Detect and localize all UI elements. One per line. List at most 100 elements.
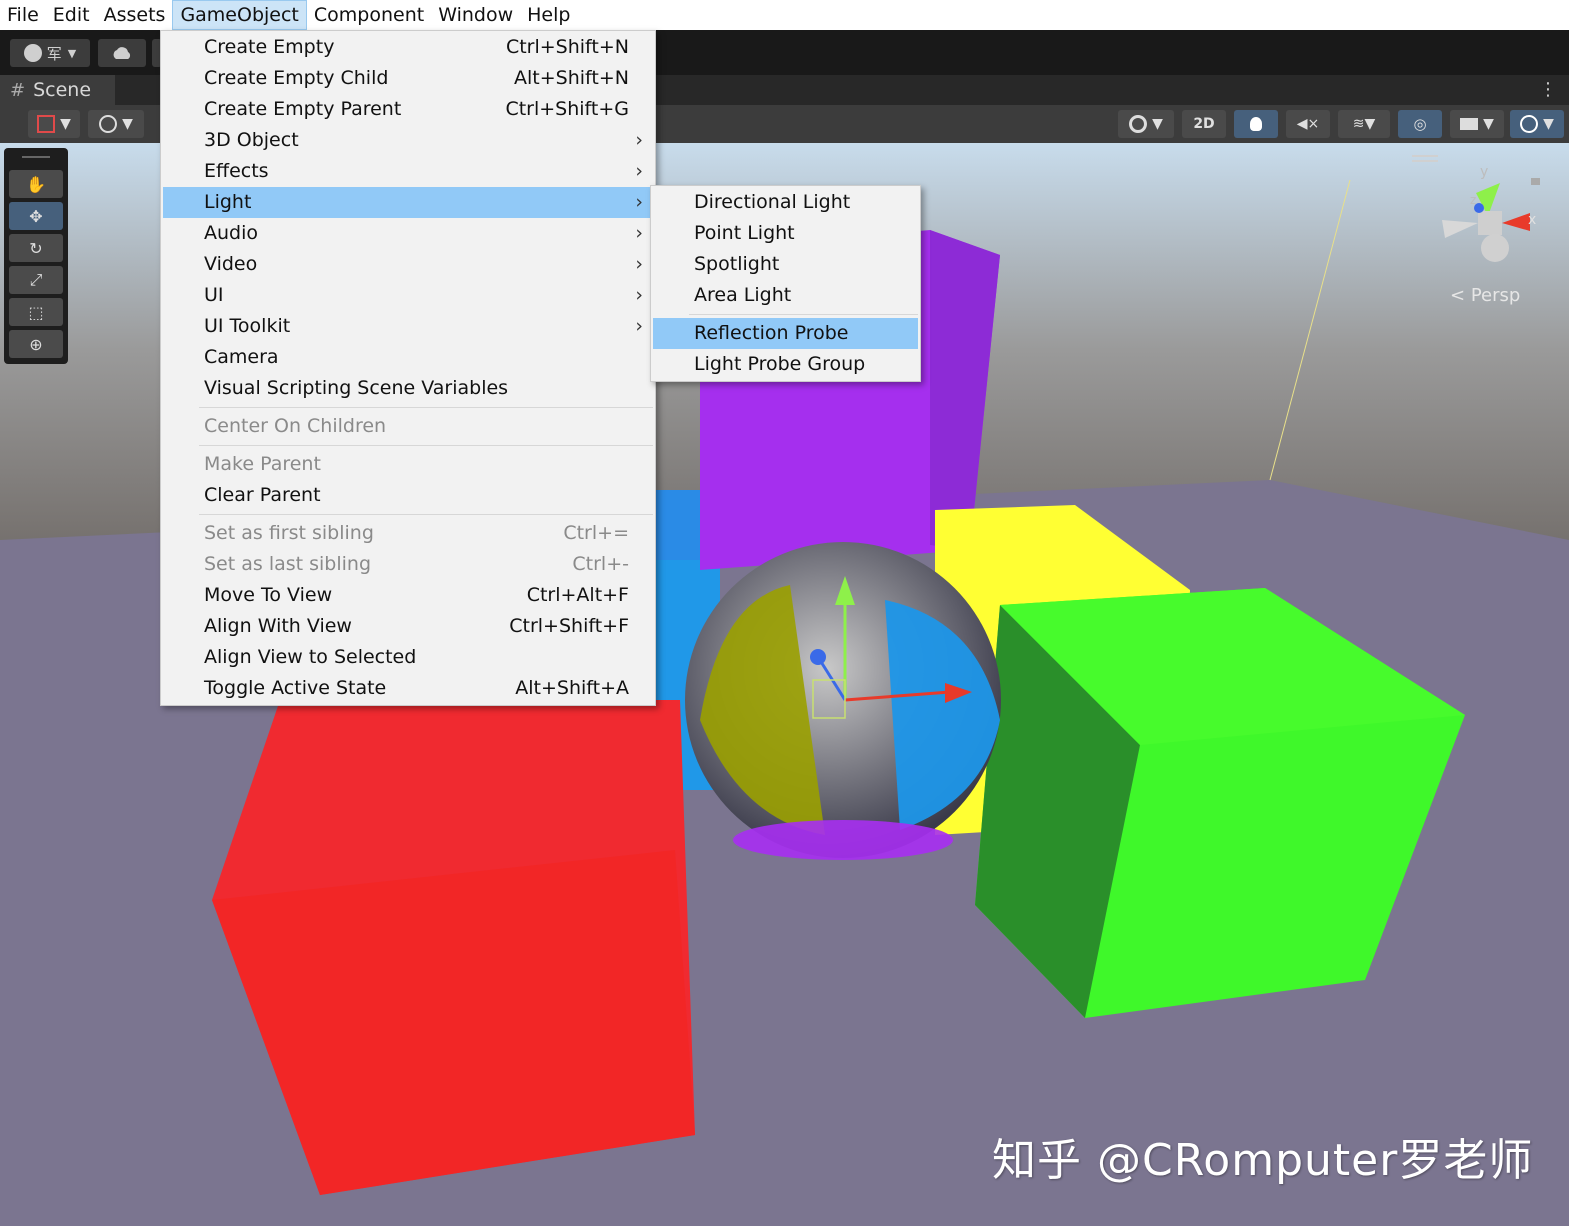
shading-icon bbox=[37, 115, 56, 133]
scale-icon: ⤢ bbox=[29, 270, 43, 289]
menu-edit[interactable]: Edit bbox=[46, 0, 97, 30]
menu-item-set-as-last-sibling: Set as last sibling Ctrl+- bbox=[163, 549, 653, 580]
account-icon bbox=[23, 44, 42, 62]
menu-file[interactable]: File bbox=[0, 0, 46, 30]
menu-item-video[interactable]: Video › bbox=[163, 249, 653, 280]
global-local-dropdown[interactable]: ▼ bbox=[88, 110, 144, 138]
submenu-item-label: Point Light bbox=[694, 222, 795, 244]
submenu-item-spotlight[interactable]: Spotlight bbox=[653, 249, 918, 280]
menu-item-label: Center On Children bbox=[204, 415, 387, 437]
hash-icon: # bbox=[10, 79, 26, 101]
menu-item-align-view-to-selected[interactable]: Align View to Selected bbox=[163, 642, 653, 673]
hand-tool-button[interactable]: ✋ bbox=[9, 170, 63, 198]
transform-tool-button[interactable]: ⊕ bbox=[9, 330, 63, 358]
menu-item-shortcut: Alt+Shift+A bbox=[515, 677, 629, 699]
move-tool-button[interactable]: ✥ bbox=[9, 202, 63, 230]
shading-mode-dropdown[interactable]: ▼ bbox=[1118, 110, 1174, 138]
menu-item-label: Set as first sibling bbox=[204, 522, 374, 544]
audio-toggle[interactable]: ◀× bbox=[1286, 110, 1330, 138]
menu-item-label: 3D Object bbox=[204, 129, 299, 151]
menu-item-audio[interactable]: Audio › bbox=[163, 218, 653, 249]
menu-assets[interactable]: Assets bbox=[97, 0, 173, 30]
submenu-item-label: Area Light bbox=[694, 284, 792, 306]
menu-item-label: Effects bbox=[204, 160, 269, 182]
scene-visibility-toggle[interactable]: ◎ bbox=[1398, 110, 1442, 138]
menu-window[interactable]: Window bbox=[431, 0, 520, 30]
menu-item-label: Toggle Active State bbox=[204, 677, 387, 699]
more-options-icon[interactable]: ⋮ bbox=[1539, 79, 1557, 100]
toggle-2d-button[interactable]: 2D bbox=[1182, 110, 1226, 138]
palette-grip[interactable] bbox=[22, 156, 50, 158]
chevron-right-icon: › bbox=[635, 160, 643, 182]
account-dropdown[interactable]: 军 ▼ bbox=[10, 39, 90, 67]
menu-component[interactable]: Component bbox=[307, 0, 431, 30]
gizmo-axis-z: z bbox=[1470, 193, 1476, 207]
menu-item-label: Align With View bbox=[204, 615, 352, 637]
menu-separator bbox=[689, 314, 918, 315]
lightbulb-icon bbox=[1250, 117, 1262, 131]
menu-item-label: Create Empty Child bbox=[204, 67, 389, 89]
menu-item-label: UI Toolkit bbox=[204, 315, 291, 337]
menu-item-toggle-active-state[interactable]: Toggle Active State Alt+Shift+A bbox=[163, 673, 653, 704]
draw-mode-dropdown[interactable]: ▼ bbox=[28, 110, 80, 138]
account-label: 军 bbox=[46, 44, 62, 63]
chevron-right-icon: › bbox=[635, 284, 643, 306]
submenu-item-reflection-probe[interactable]: Reflection Probe bbox=[653, 318, 918, 349]
menu-item-create-empty-parent[interactable]: Create Empty Parent Ctrl+Shift+G bbox=[163, 94, 653, 125]
menu-item-align-with-view[interactable]: Align With View Ctrl+Shift+F bbox=[163, 611, 653, 642]
submenu-item-label: Spotlight bbox=[694, 253, 780, 275]
scale-tool-button[interactable]: ⤢ bbox=[9, 266, 63, 294]
effects-dropdown[interactable]: ≋ ▼ bbox=[1338, 110, 1390, 138]
menu-help[interactable]: Help bbox=[520, 0, 577, 30]
menu-item-light[interactable]: Light › bbox=[163, 187, 653, 218]
menu-item-shortcut: Ctrl+Alt+F bbox=[526, 584, 629, 606]
menu-item-ui-toolkit[interactable]: UI Toolkit › bbox=[163, 311, 653, 342]
persp-label[interactable]: < Persp bbox=[1450, 285, 1520, 306]
menu-item-3d-object[interactable]: 3D Object › bbox=[163, 125, 653, 156]
menu-item-label: Create Empty Parent bbox=[204, 98, 402, 120]
cloud-button[interactable] bbox=[98, 39, 146, 67]
orientation-gizmo[interactable]: y x z bbox=[1400, 148, 1560, 278]
menu-item-ui[interactable]: UI › bbox=[163, 280, 653, 311]
chevron-left-icon: < bbox=[1450, 285, 1466, 306]
menu-item-label: Align View to Selected bbox=[204, 646, 417, 668]
watermark: 知乎 @CRomputer罗老师 bbox=[992, 1135, 1534, 1186]
menu-item-visual-scripting-scene-variables[interactable]: Visual Scripting Scene Variables bbox=[163, 373, 653, 404]
rotate-icon: ↻ bbox=[29, 238, 43, 258]
lock-icon bbox=[1531, 178, 1540, 185]
chevron-right-icon: › bbox=[635, 129, 643, 151]
camera-dropdown[interactable]: ▼ bbox=[1450, 110, 1504, 138]
rotate-tool-button[interactable]: ↻ bbox=[9, 234, 63, 262]
menu-item-shortcut: Ctrl+= bbox=[563, 522, 629, 544]
camera-icon bbox=[1460, 118, 1479, 130]
menu-item-create-empty[interactable]: Create Empty Ctrl+Shift+N bbox=[163, 32, 653, 63]
gizmo-axis-y: y bbox=[1480, 164, 1488, 180]
menu-item-effects[interactable]: Effects › bbox=[163, 156, 653, 187]
light-submenu: Directional Light Point Light Spotlight … bbox=[650, 185, 921, 382]
submenu-item-point-light[interactable]: Point Light bbox=[653, 218, 918, 249]
menu-item-label: Video bbox=[204, 253, 258, 275]
transform-icon: ⊕ bbox=[29, 334, 43, 354]
gizmos-dropdown[interactable]: ▼ bbox=[1510, 110, 1564, 138]
rect-tool-button[interactable]: ⬚ bbox=[9, 298, 63, 326]
menu-item-label: Make Parent bbox=[204, 453, 321, 475]
menu-separator bbox=[199, 445, 653, 446]
menu-item-label: Create Empty bbox=[204, 36, 335, 58]
menu-item-make-parent: Make Parent bbox=[163, 449, 653, 480]
menu-item-shortcut: Ctrl+Shift+G bbox=[505, 98, 629, 120]
move-arrows-icon: ✥ bbox=[29, 206, 43, 226]
submenu-item-area-light[interactable]: Area Light bbox=[653, 280, 918, 311]
submenu-item-directional-light[interactable]: Directional Light bbox=[653, 187, 918, 218]
menu-item-create-empty-child[interactable]: Create Empty Child Alt+Shift+N bbox=[163, 63, 653, 94]
menu-item-set-as-first-sibling: Set as first sibling Ctrl+= bbox=[163, 518, 653, 549]
menu-item-move-to-view[interactable]: Move To View Ctrl+Alt+F bbox=[163, 580, 653, 611]
tab-scene[interactable]: # Scene bbox=[0, 75, 115, 105]
menu-item-label: Visual Scripting Scene Variables bbox=[204, 377, 509, 399]
menu-item-clear-parent[interactable]: Clear Parent bbox=[163, 480, 653, 511]
menu-item-shortcut: Ctrl+Shift+N bbox=[505, 36, 629, 58]
submenu-item-light-probe-group[interactable]: Light Probe Group bbox=[653, 349, 918, 380]
effects-icon: ≋ bbox=[1352, 116, 1365, 132]
menu-gameobject[interactable]: GameObject bbox=[172, 0, 307, 30]
menu-item-camera[interactable]: Camera bbox=[163, 342, 653, 373]
lighting-toggle[interactable] bbox=[1234, 110, 1278, 138]
